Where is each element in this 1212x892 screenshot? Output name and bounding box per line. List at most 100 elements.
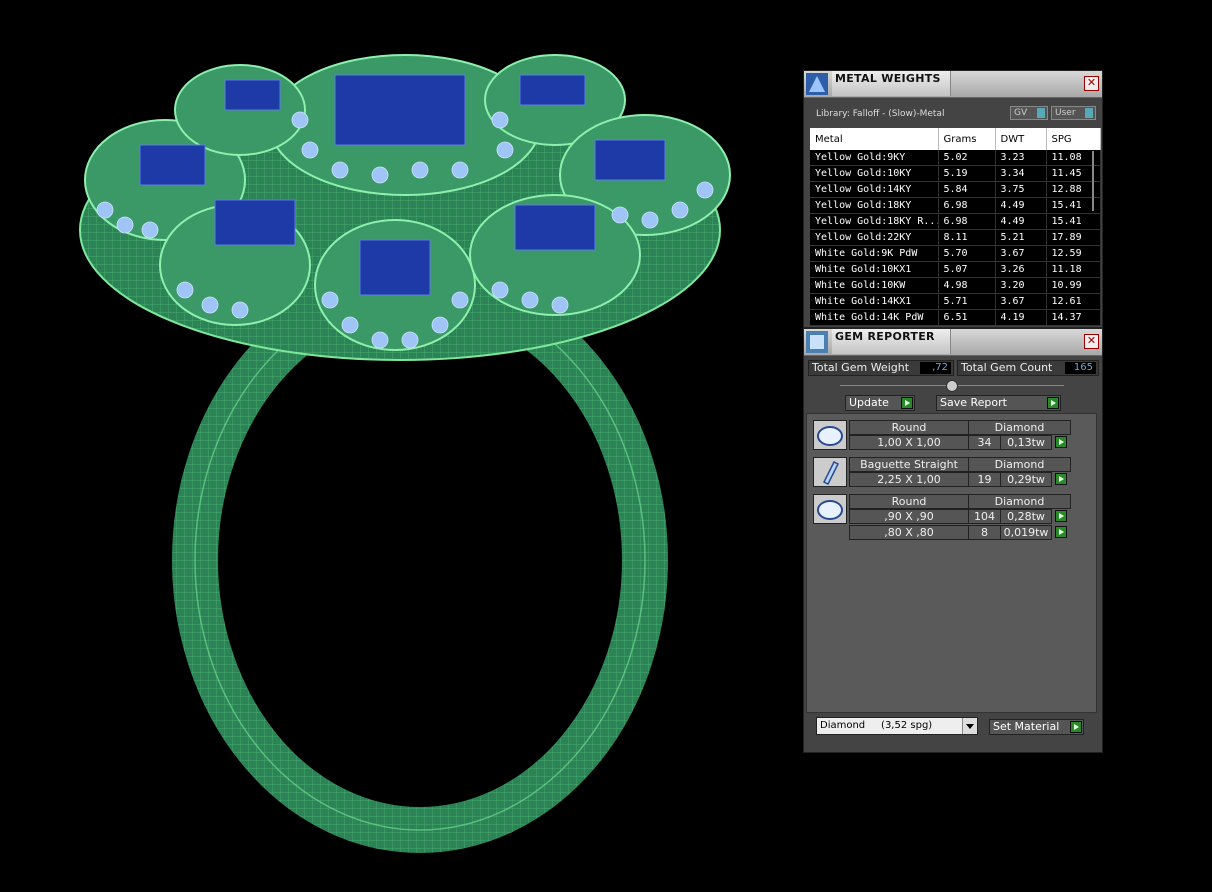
- gem-shape: Baguette Straight: [849, 457, 969, 472]
- metal-weights-titlebar[interactable]: METAL WEIGHTS ✕: [804, 71, 1102, 98]
- table-cell: 3.26: [995, 261, 1047, 278]
- save-report-button-label: Save Report: [940, 396, 1007, 409]
- ring-shank: [172, 267, 668, 853]
- table-cell: Yellow Gold:14KY: [810, 181, 939, 198]
- gem-reporter-panel: GEM REPORTER ✕ Total Gem Weight ,72 Tota…: [803, 328, 1103, 753]
- table-row[interactable]: White Gold:14K PdW 6.51 4.19 14.37: [810, 309, 1101, 326]
- table-cell: 5.07: [938, 261, 996, 278]
- table-cell: White Gold:14KX1: [810, 293, 939, 310]
- table-row[interactable]: White Gold:10KW 4.98 3.20 10.99: [810, 277, 1101, 294]
- gem-weight: 0,13tw: [1000, 435, 1052, 450]
- gem-weight: 0,019tw: [1000, 525, 1052, 540]
- table-row[interactable]: Yellow Gold:14KY 5.84 3.75 12.88: [810, 181, 1101, 198]
- panel-title: GEM REPORTER: [835, 330, 935, 343]
- metal-table-scrollbar[interactable]: [1092, 151, 1094, 211]
- gem-count: 104: [968, 509, 1001, 524]
- table-row[interactable]: Yellow Gold:22KY 8.11 5.21 17.89: [810, 229, 1101, 246]
- table-cell: 3.67: [995, 245, 1047, 262]
- column-header-dwt[interactable]: DWT: [995, 128, 1047, 150]
- gem-shape: Round: [849, 494, 969, 509]
- table-cell: 15.41: [1046, 213, 1101, 230]
- update-button[interactable]: Update: [845, 395, 915, 411]
- select-gems-button[interactable]: [1055, 436, 1067, 448]
- table-cell: 3.67: [995, 293, 1047, 310]
- material-select-value: Diamond (3,52 spg): [820, 720, 933, 731]
- table-cell: 17.89: [1046, 229, 1101, 246]
- table-cell: 5.21: [995, 229, 1047, 246]
- gem-size: ,80 X ,80: [849, 525, 969, 540]
- table-row[interactable]: White Gold:14KX1 5.71 3.67 12.61: [810, 293, 1101, 310]
- table-cell: Yellow Gold:18KY: [810, 197, 939, 214]
- table-cell: 11.18: [1046, 261, 1101, 278]
- table-row[interactable]: Yellow Gold:18KY R... 6.98 4.49 15.41: [810, 213, 1101, 230]
- gem-size: 2,25 X 1,00: [849, 472, 969, 487]
- table-cell: 3.23: [995, 150, 1047, 166]
- table-cell: 4.49: [995, 197, 1047, 214]
- gem-shape: Round: [849, 420, 969, 435]
- material-select[interactable]: Diamond (3,52 spg): [816, 717, 978, 735]
- splitter-handle[interactable]: [840, 380, 1064, 392]
- set-material-button[interactable]: Set Material: [989, 719, 1084, 735]
- table-cell: 14.37: [1046, 309, 1101, 326]
- table-cell: 3.34: [995, 165, 1047, 182]
- gem-material: Diamond: [968, 457, 1071, 472]
- save-report-button[interactable]: Save Report: [936, 395, 1061, 411]
- play-icon: [901, 397, 913, 409]
- table-cell: 6.98: [938, 197, 996, 214]
- total-gem-weight-label: Total Gem Weight: [812, 361, 910, 374]
- table-row[interactable]: Yellow Gold:9KY 5.02 3.23 11.08: [810, 150, 1101, 166]
- library-label: Library: Falloff - (Slow)-Metal: [816, 109, 945, 119]
- ring-model[interactable]: [0, 0, 800, 888]
- table-cell: 12.61: [1046, 293, 1101, 310]
- gem-weight: 0,29tw: [1000, 472, 1052, 487]
- play-icon: [1070, 721, 1082, 733]
- table-cell: 3.75: [995, 181, 1047, 198]
- table-cell: Yellow Gold:9KY: [810, 150, 939, 166]
- gem-size: ,90 X ,90: [849, 509, 969, 524]
- matrix-logo-icon: [806, 73, 828, 95]
- gv-toggle-label: GV: [1014, 108, 1028, 118]
- table-cell: 5.70: [938, 245, 996, 262]
- table-row[interactable]: White Gold:9K PdW 5.70 3.67 12.59: [810, 245, 1101, 262]
- gem-reporter-titlebar[interactable]: GEM REPORTER ✕: [804, 329, 1102, 356]
- column-header-grams[interactable]: Grams: [938, 128, 996, 150]
- gem-list: Round Diamond 1,00 X 1,00 34 0,13tw Baguette …: [806, 413, 1097, 713]
- table-cell: 4.98: [938, 277, 996, 294]
- table-cell: White Gold:9K PdW: [810, 245, 939, 262]
- close-icon[interactable]: ✕: [1084, 76, 1099, 91]
- total-gem-count-value: 165: [1065, 362, 1096, 374]
- table-cell: 3.20: [995, 277, 1047, 294]
- table-cell: White Gold:10KX1: [810, 261, 939, 278]
- gem-material: Diamond: [968, 494, 1071, 509]
- select-gems-button[interactable]: [1055, 510, 1067, 522]
- metal-weights-panel: METAL WEIGHTS ✕ Library: Falloff - (Slow…: [803, 70, 1103, 328]
- chevron-down-icon[interactable]: [962, 718, 977, 734]
- round-gem-icon[interactable]: [813, 494, 847, 524]
- table-row[interactable]: White Gold:10KX1 5.07 3.26 11.18: [810, 261, 1101, 278]
- table-cell: 6.51: [938, 309, 996, 326]
- select-gems-button[interactable]: [1055, 526, 1067, 538]
- table-cell: 8.11: [938, 229, 996, 246]
- gem-material: Diamond: [968, 420, 1071, 435]
- metal-table: Metal Grams DWT SPG Yellow Gold:9KY 5.02 3.23…: [810, 128, 1101, 326]
- table-row[interactable]: Yellow Gold:10KY 5.19 3.34 11.45: [810, 165, 1101, 182]
- column-header-spg[interactable]: SPG: [1046, 128, 1101, 150]
- round-gem-icon[interactable]: [813, 420, 847, 450]
- table-cell: White Gold:14K PdW: [810, 309, 939, 326]
- table-cell: Yellow Gold:18KY R...: [810, 213, 939, 230]
- gv-toggle[interactable]: GV: [1010, 106, 1048, 120]
- 3d-viewport[interactable]: [0, 0, 800, 888]
- gem-count: 34: [968, 435, 1001, 450]
- gem-count: 19: [968, 472, 1001, 487]
- column-header-metal[interactable]: Metal: [810, 128, 939, 150]
- total-gem-weight-field: Total Gem Weight ,72: [808, 360, 954, 376]
- set-material-button-label: Set Material: [993, 720, 1060, 733]
- select-gems-button[interactable]: [1055, 473, 1067, 485]
- gem-size: 1,00 X 1,00: [849, 435, 969, 450]
- user-toggle-label: User: [1055, 108, 1076, 118]
- table-row[interactable]: Yellow Gold:18KY 6.98 4.49 15.41: [810, 197, 1101, 214]
- user-toggle[interactable]: User: [1051, 106, 1096, 120]
- baguette-gem-icon[interactable]: [813, 457, 847, 487]
- close-icon[interactable]: ✕: [1084, 334, 1099, 349]
- table-cell: 10.99: [1046, 277, 1101, 294]
